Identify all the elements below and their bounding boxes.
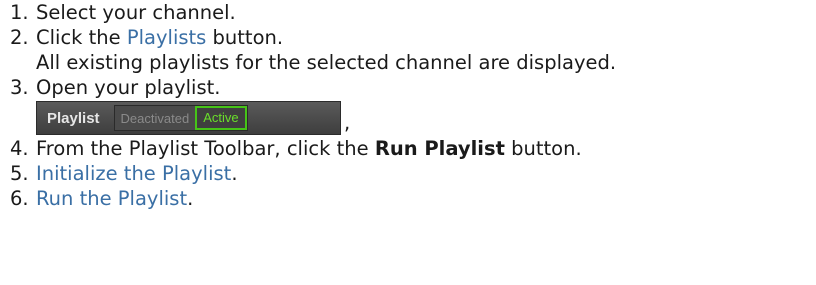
playlists-link[interactable]: Playlists (127, 26, 206, 49)
step-number: 6. (10, 187, 29, 210)
step-2-result: All existing playlists for the selected … (36, 51, 617, 74)
playlist-toolbar-figure: Playlist Deactivated Active , (10, 100, 616, 136)
step-number: 3. (10, 76, 29, 99)
initialize-playlist-link[interactable]: Initialize the Playlist (36, 162, 231, 185)
step-2: 2. Click the Playlists button. (10, 25, 616, 50)
playlist-label: Playlist (47, 109, 100, 127)
step-text-pre: Click the (36, 26, 127, 49)
deactivated-option[interactable]: Deactivated (115, 111, 196, 126)
step-6: 6. Run the Playlist. (10, 186, 616, 211)
step-text: Select your channel. (36, 1, 236, 24)
step-number: 1. (10, 1, 29, 24)
run-playlist-link[interactable]: Run the Playlist (36, 187, 187, 210)
step-text-post: button. (206, 26, 284, 49)
step-5: 5. Initialize the Playlist. (10, 161, 616, 186)
step-text-post: . (231, 162, 238, 185)
step-number: 2. (10, 26, 29, 49)
active-option[interactable]: Active (195, 106, 247, 130)
step-number: 5. (10, 162, 29, 185)
step-text: Open your playlist. (36, 76, 221, 99)
playlist-status-toolbar: Playlist Deactivated Active (36, 101, 341, 135)
status-toggle[interactable]: Deactivated Active (113, 105, 248, 131)
step-number: 4. (10, 137, 29, 160)
step-1: 1. Select your channel. (10, 0, 616, 25)
step-text-post: button. (504, 137, 582, 160)
instruction-steps: 1. Select your channel. 2. Click the Playl… (10, 0, 616, 211)
step-text-pre: From the Playlist Toolbar, click the (36, 137, 375, 160)
step-4: 4. From the Playlist Toolbar, click the R… (10, 136, 616, 161)
step-3: 3. Open your playlist. (10, 75, 616, 100)
step-text-post: . (187, 187, 194, 210)
run-playlist-button-name: Run Playlist (374, 137, 505, 160)
trailing-comma: , (344, 111, 351, 134)
